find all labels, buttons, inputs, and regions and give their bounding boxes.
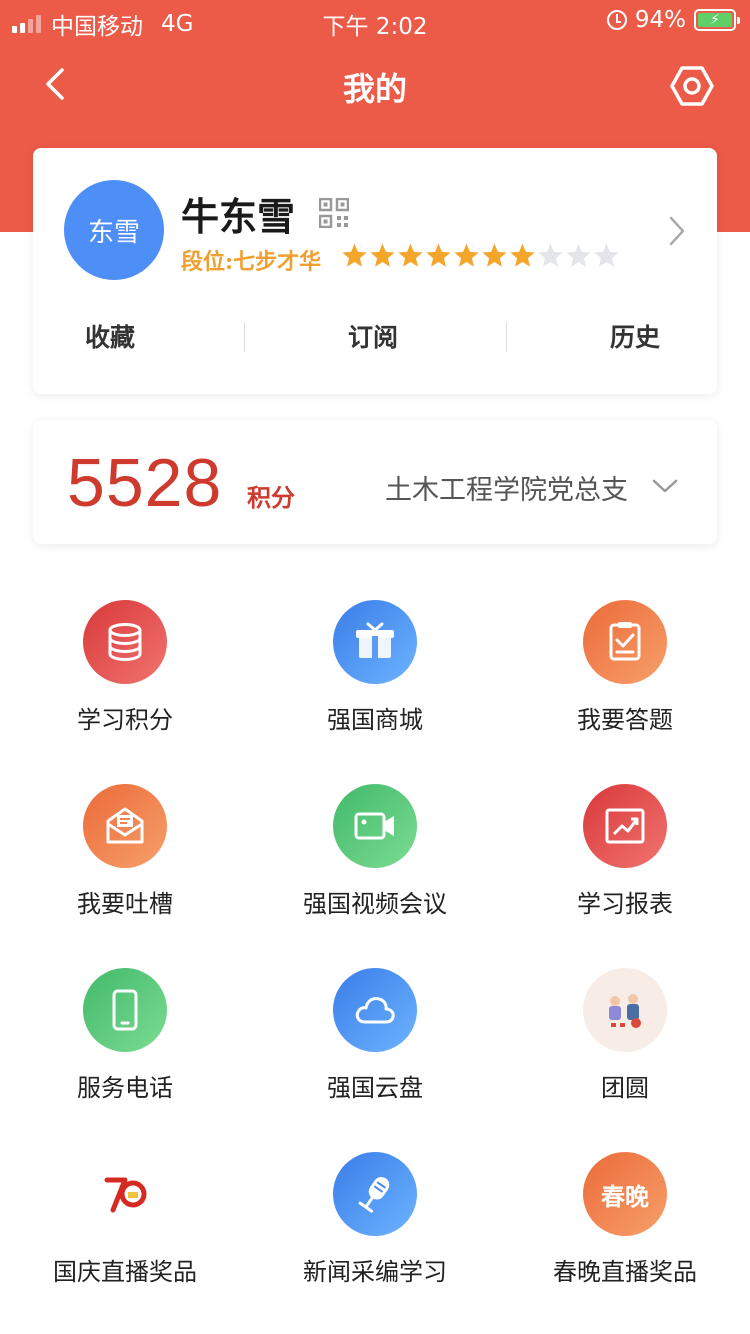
- mobile-phone-icon[interactable]: [83, 968, 167, 1052]
- grid-item-label: 强国商城: [327, 706, 423, 734]
- reunion-illustration-icon[interactable]: [583, 968, 667, 1052]
- grid-item[interactable]: 新闻采编学习: [250, 1152, 500, 1334]
- database-icon[interactable]: [83, 600, 167, 684]
- page-title: 我的: [342, 70, 407, 108]
- star-filled-icon: [482, 243, 507, 267]
- grid-item-label: 团圆: [601, 1074, 649, 1102]
- grid-item[interactable]: 学习报表: [500, 784, 750, 968]
- star-empty-icon: [594, 243, 619, 267]
- star-filled-icon: [342, 243, 367, 267]
- envelope-icon[interactable]: [83, 784, 167, 868]
- star-filled-icon: [454, 243, 479, 267]
- tab-divider: [244, 322, 245, 352]
- grid-item[interactable]: 春晚 春晚直播奖品: [500, 1152, 750, 1334]
- avatar[interactable]: 东雪: [64, 180, 164, 280]
- chevron-right-icon[interactable]: [667, 214, 687, 248]
- cloud-icon[interactable]: [333, 968, 417, 1052]
- grid-item[interactable]: 国庆直播奖品: [0, 1152, 250, 1334]
- qr-code-icon[interactable]: [319, 198, 349, 228]
- battery-icon: ⚡: [694, 9, 740, 31]
- star-filled-icon: [370, 243, 395, 267]
- battery-percent: 94%: [634, 7, 686, 33]
- grid-item[interactable]: 强国视频会议: [250, 784, 500, 968]
- grid-item[interactable]: 强国云盘: [250, 968, 500, 1152]
- rank-label: 段位:七步才华: [181, 249, 322, 275]
- profile-tabs: 收藏 订阅 历史: [33, 298, 717, 378]
- spring-festival-icon[interactable]: 春晚: [583, 1152, 667, 1236]
- settings-icon[interactable]: [670, 64, 714, 108]
- grid-item-label: 我要吐槽: [77, 890, 173, 918]
- status-right: 94% ⚡: [606, 7, 740, 33]
- points-unit: 积分: [247, 484, 295, 512]
- tab-subscriptions[interactable]: 订阅: [348, 318, 398, 354]
- grid-item[interactable]: 服务电话: [0, 968, 250, 1152]
- rank-stars: [341, 242, 620, 269]
- star-filled-icon: [426, 243, 451, 267]
- video-camera-icon[interactable]: [333, 784, 417, 868]
- grid-item-label: 新闻采编学习: [303, 1258, 447, 1286]
- icon-text: 春晚: [601, 1181, 649, 1211]
- alarm-icon: [606, 10, 627, 30]
- points-value: 5528: [67, 445, 223, 521]
- grid-item-label: 强国视频会议: [303, 890, 447, 918]
- tab-divider: [506, 322, 507, 352]
- grid-item-label: 我要答题: [577, 706, 673, 734]
- star-empty-icon: [566, 243, 591, 267]
- chevron-down-icon[interactable]: [651, 478, 679, 494]
- grid-item-label: 强国云盘: [327, 1074, 423, 1102]
- grid-item-label: 学习积分: [77, 706, 173, 734]
- grid-item[interactable]: 团圆: [500, 968, 750, 1152]
- organization-name[interactable]: 土木工程学院党总支: [385, 468, 628, 507]
- grid-item-label: 国庆直播奖品: [53, 1258, 197, 1286]
- points-card[interactable]: 5528 积分 土木工程学院党总支: [33, 420, 717, 544]
- chart-trend-icon[interactable]: [583, 784, 667, 868]
- clipboard-check-icon[interactable]: [583, 600, 667, 684]
- status-bar: 中国移动 4G 下午 2:02 94% ⚡: [0, 0, 750, 40]
- grid-item-label: 服务电话: [77, 1074, 173, 1102]
- microphone-icon[interactable]: [333, 1152, 417, 1236]
- profile-card[interactable]: 东雪 牛东雪 段位:七步才华 收藏 订阅 历史: [33, 148, 717, 394]
- star-empty-icon: [538, 243, 563, 267]
- star-filled-icon: [398, 243, 423, 267]
- user-name: 牛东雪: [181, 194, 296, 239]
- grid-item[interactable]: 我要答题: [500, 600, 750, 784]
- tab-history[interactable]: 历史: [610, 318, 660, 354]
- grid-item-label: 春晚直播奖品: [553, 1258, 697, 1286]
- gift-box-icon[interactable]: [333, 600, 417, 684]
- grid-item[interactable]: 强国商城: [250, 600, 500, 784]
- grid-item[interactable]: 我要吐槽: [0, 784, 250, 968]
- seventy-anniversary-icon[interactable]: [83, 1152, 167, 1236]
- nav-bar: 我的: [0, 48, 750, 120]
- tab-favorites[interactable]: 收藏: [85, 318, 135, 354]
- star-filled-icon: [510, 243, 535, 267]
- grid-item-label: 学习报表: [577, 890, 673, 918]
- grid-item[interactable]: 学习积分: [0, 600, 250, 784]
